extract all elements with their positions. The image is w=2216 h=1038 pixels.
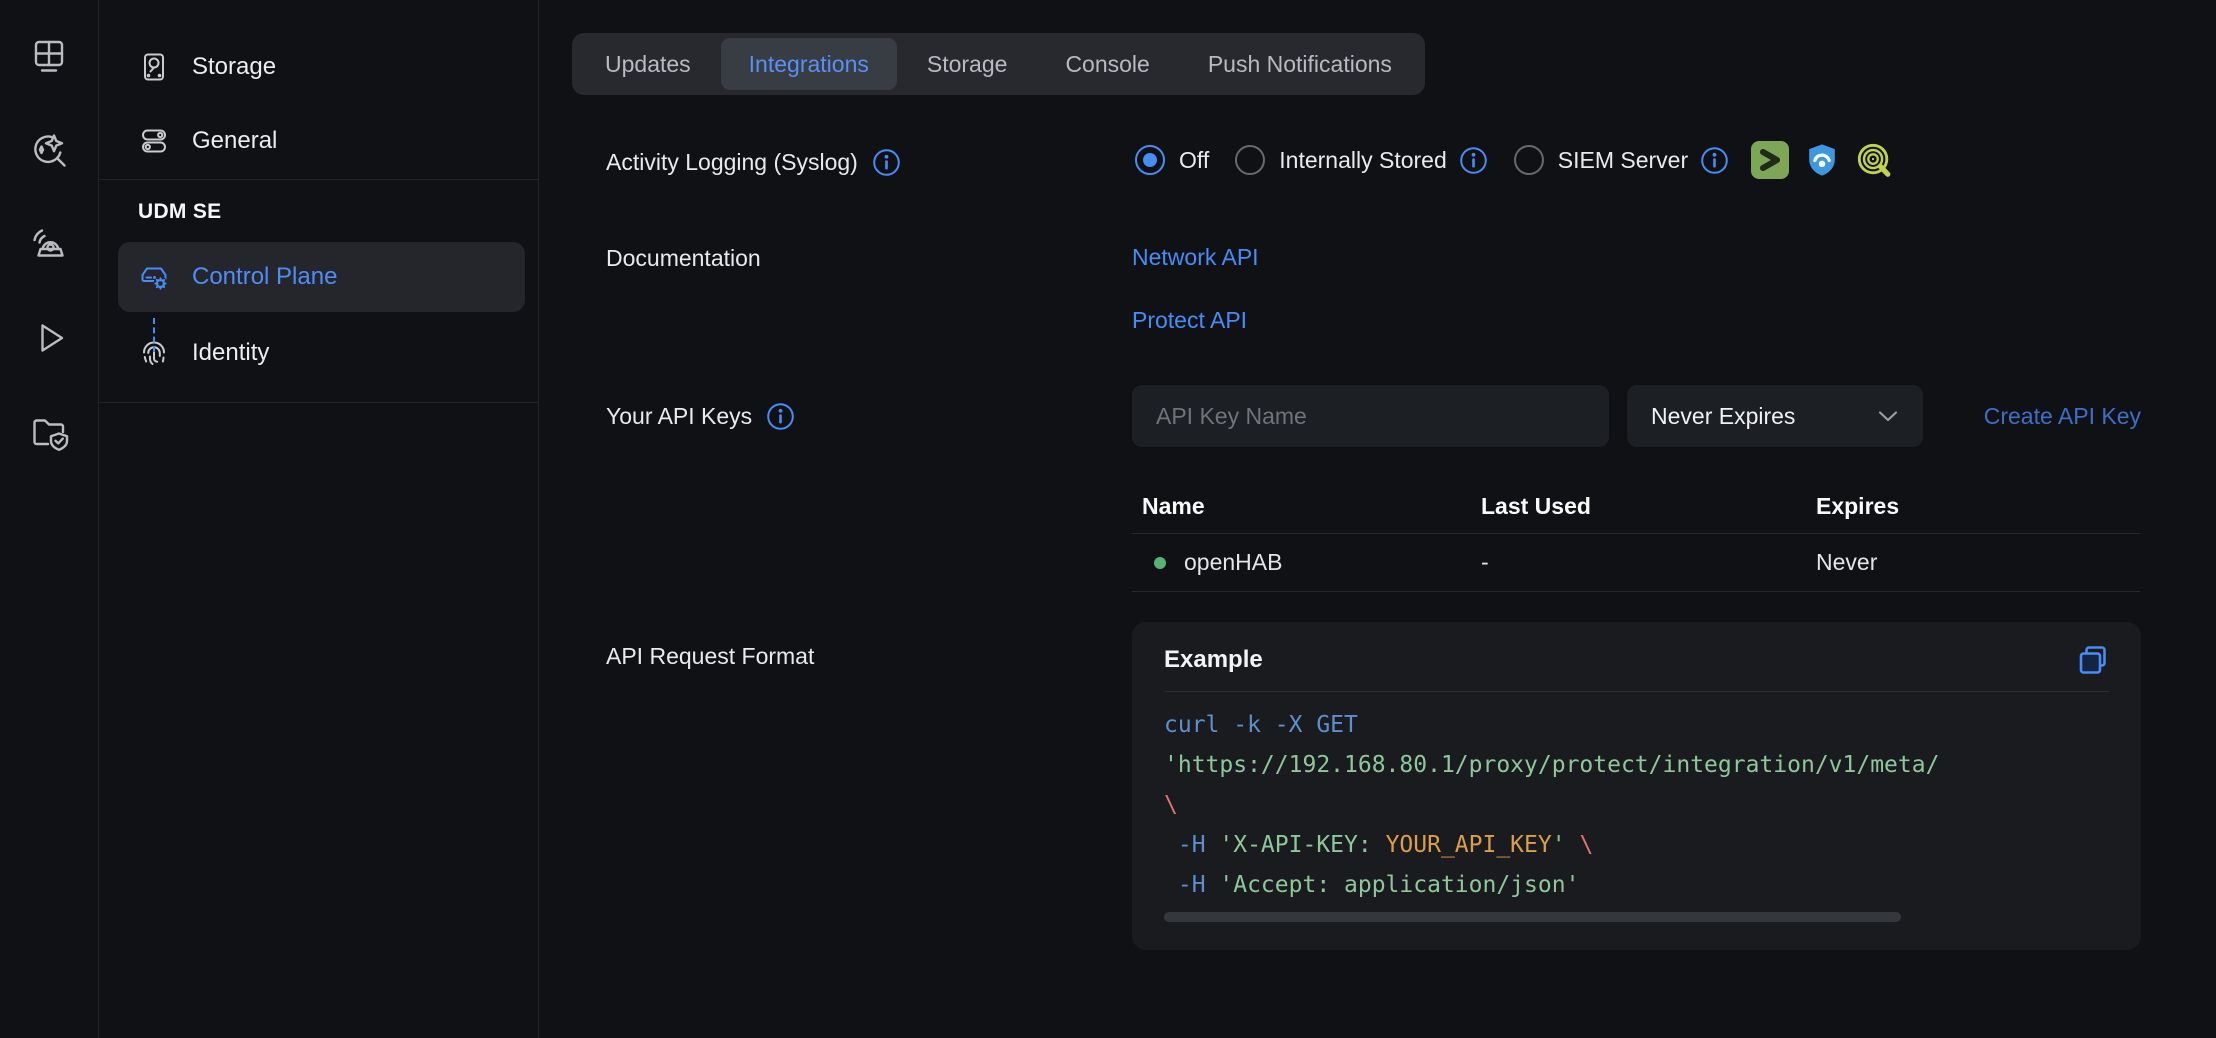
sidebar-section-label: UDM SE (100, 198, 538, 226)
info-icon[interactable] (1700, 146, 1729, 175)
tab-integrations[interactable]: Integrations (721, 38, 897, 90)
syslog-radio-group: Off Internally Stored SIEM Server (1135, 135, 1893, 185)
archive-shield-icon[interactable] (27, 410, 71, 454)
example-card: Example curl -k -X GET'https://192.168.8… (1132, 622, 2141, 950)
activity-logging-label-row: Activity Logging (Syslog) (606, 146, 901, 178)
radio-off-label[interactable]: Off (1179, 147, 1209, 174)
api-keys-label: Your API Keys (606, 403, 752, 430)
api-key-name-input[interactable] (1132, 385, 1609, 447)
sidebar-item-label: General (192, 127, 277, 155)
key-expires: Never (1816, 549, 2130, 576)
code-scrollbar-horizontal[interactable] (1164, 912, 1901, 922)
sidebar-item-label: Storage (192, 53, 276, 81)
tab-console[interactable]: Console (1037, 38, 1177, 90)
radio-internally-stored[interactable] (1235, 145, 1265, 175)
chevron-down-icon (1877, 409, 1899, 423)
column-header-name: Name (1142, 493, 1481, 520)
code-block: curl -k -X GET'https://192.168.80.1/prox… (1164, 705, 2109, 905)
graylog-icon (1751, 141, 1789, 179)
tree-connector-line (153, 318, 155, 352)
settings-sidebar: Storage General UDM SE Control Plane (100, 0, 539, 1038)
example-divider (1164, 691, 2109, 692)
dashboard-icon[interactable] (27, 34, 71, 78)
control-plane-icon (138, 261, 170, 293)
hard-drive-icon (138, 51, 170, 83)
table-header-row: Name Last Used Expires (1132, 480, 2140, 533)
column-header-expires: Expires (1816, 493, 2130, 520)
tab-storage[interactable]: Storage (899, 38, 1036, 90)
copy-icon[interactable] (2077, 644, 2109, 676)
example-title: Example (1164, 646, 1263, 674)
table-row: openHAB - Never (1132, 533, 2140, 592)
ai-search-icon[interactable] (27, 128, 71, 172)
sidebar-item-label: Identity (192, 339, 269, 367)
sidebar-item-label: Control Plane (192, 263, 337, 291)
activity-logging-label: Activity Logging (Syslog) (606, 149, 858, 176)
sidebar-item-general[interactable]: General (100, 112, 538, 170)
api-keys-label-row: Your API Keys (606, 400, 795, 432)
info-icon[interactable] (766, 402, 795, 431)
expiry-dropdown-value: Never Expires (1651, 403, 1795, 430)
radio-off[interactable] (1135, 145, 1165, 175)
key-last-used: - (1481, 549, 1816, 576)
siem-vendor-icons (1751, 141, 1893, 179)
create-api-key-button[interactable]: Create API Key (1956, 385, 2141, 447)
info-icon[interactable] (872, 148, 901, 177)
documentation-label-row: Documentation (606, 242, 761, 274)
info-icon[interactable] (1459, 146, 1488, 175)
tab-updates[interactable]: Updates (577, 38, 719, 90)
expiry-dropdown[interactable]: Never Expires (1627, 385, 1923, 447)
key-status-dot (1154, 557, 1166, 569)
radio-internally-stored-label[interactable]: Internally Stored (1279, 147, 1446, 174)
sidebar-item-control-plane[interactable]: Control Plane (118, 242, 525, 312)
tab-push-notifications[interactable]: Push Notifications (1180, 38, 1420, 90)
api-keys-table: Name Last Used Expires openHAB - Never (1132, 480, 2140, 592)
column-header-last-used: Last Used (1481, 493, 1816, 520)
sidebar-divider (100, 402, 538, 403)
app-rail (0, 0, 99, 1038)
camera-icon[interactable] (27, 222, 71, 266)
sidebar-item-identity[interactable]: Identity (100, 324, 538, 382)
request-format-label: API Request Format (606, 643, 814, 670)
main-content: Updates Integrations Storage Console Pus… (540, 0, 2216, 1038)
sidebar-divider (100, 179, 538, 180)
qradar-icon (1855, 141, 1893, 179)
network-api-link[interactable]: Network API (1132, 242, 1259, 272)
request-format-label-row: API Request Format (606, 640, 814, 672)
settings-tabbar: Updates Integrations Storage Console Pus… (572, 33, 1425, 95)
radio-siem-server[interactable] (1514, 145, 1544, 175)
documentation-label: Documentation (606, 245, 761, 272)
playback-icon[interactable] (27, 316, 71, 360)
radio-siem-server-label[interactable]: SIEM Server (1558, 147, 1688, 174)
key-name: openHAB (1184, 549, 1282, 576)
toggles-icon (138, 125, 170, 157)
wazuh-icon (1803, 141, 1841, 179)
protect-api-link[interactable]: Protect API (1132, 305, 1247, 335)
sidebar-item-storage[interactable]: Storage (100, 38, 538, 96)
